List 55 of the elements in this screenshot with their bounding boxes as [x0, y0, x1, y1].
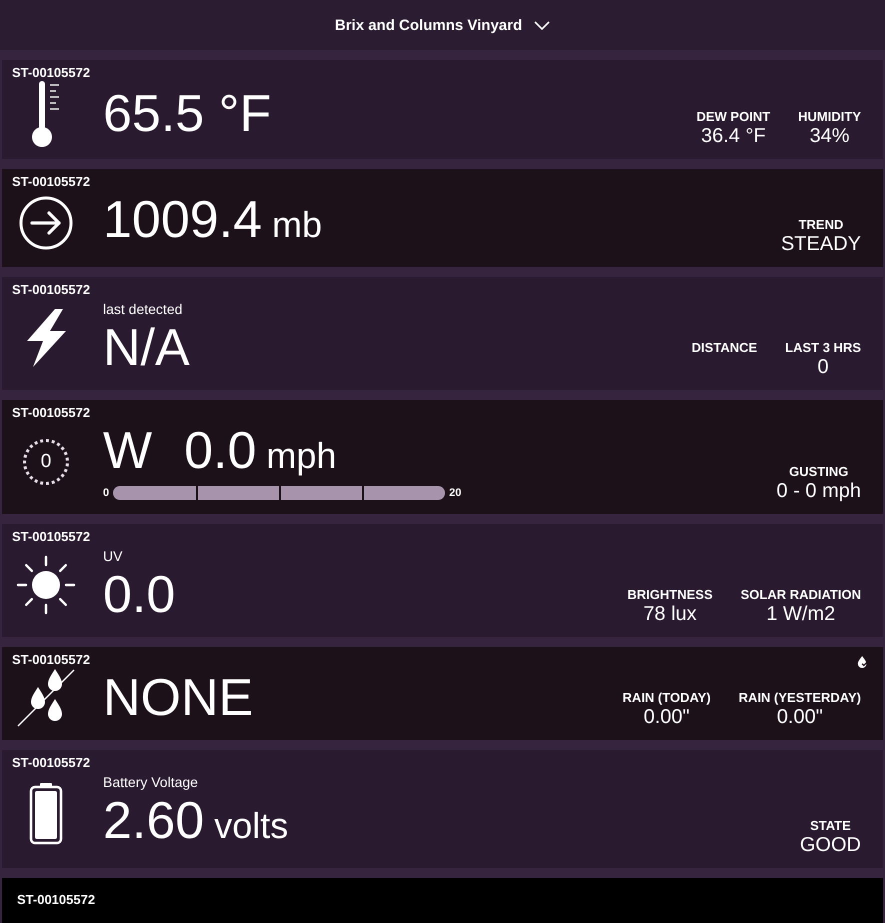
- drop-check-icon: [857, 656, 869, 668]
- site-selector[interactable]: Brix and Columns Vinyard: [328, 12, 556, 38]
- reading-unit: volts: [214, 804, 288, 848]
- stat-label: HUMIDITY: [798, 109, 861, 125]
- station-id: ST-00105572: [12, 282, 90, 298]
- stat-label: GUSTING: [789, 464, 848, 480]
- stat-value: 78 lux: [643, 603, 697, 625]
- reading-unit: mph: [266, 434, 336, 478]
- reading-value: NONE: [103, 668, 254, 728]
- lightning-bolt-icon: [25, 309, 67, 367]
- stat-label: TREND: [798, 217, 844, 233]
- station-id: ST-00105572: [17, 892, 96, 908]
- stat-label: SOLAR RADIATION: [740, 587, 861, 603]
- gauge-min-label: 0: [103, 487, 110, 499]
- station-id: ST-00105572: [12, 65, 90, 81]
- station-id: ST-00105572: [12, 174, 90, 190]
- arrow-right-circle-icon: [19, 196, 73, 250]
- stat-label: LAST 3 HRS: [785, 340, 861, 356]
- station-id: ST-00105572: [12, 755, 90, 771]
- station-id: ST-00105572: [12, 405, 90, 421]
- stat-value: 0: [818, 356, 829, 378]
- stat-label: RAIN (TODAY): [622, 690, 711, 706]
- reading-caption: last detected: [103, 300, 182, 318]
- stat-label: DISTANCE: [692, 340, 758, 356]
- reading-value: 1009.4: [103, 190, 262, 250]
- station-id: ST-00105572: [12, 529, 90, 545]
- stat-value: STEADY: [780, 233, 861, 255]
- stat-label: BRIGHTNESS: [627, 587, 713, 603]
- reading-value: N/A: [103, 318, 190, 378]
- reading-caption: Battery Voltage: [103, 773, 198, 791]
- stat-value: GOOD: [800, 834, 861, 856]
- chevron-down-icon: [534, 20, 550, 30]
- reading-unit: mb: [272, 203, 322, 247]
- reading-value: 0.0: [184, 421, 256, 481]
- stat-value: 34%: [810, 125, 850, 147]
- no-rain-drops-icon: [16, 668, 76, 728]
- reading-caption: UV: [103, 547, 122, 565]
- stat-value: 0.00": [776, 706, 823, 728]
- wind-direction: W: [103, 421, 152, 481]
- battery-icon: [29, 782, 63, 844]
- thermometer-icon: [32, 81, 60, 147]
- stat-label: STATE: [810, 818, 851, 834]
- stat-label: DEW POINT: [696, 109, 770, 125]
- reading-value: 65.5 °F: [103, 84, 272, 144]
- stat-label: RAIN (YESTERDAY): [738, 690, 861, 706]
- stat-value: 0.00": [644, 706, 690, 728]
- reading-value: 2.60: [103, 791, 204, 851]
- reading-value: 0.0: [103, 565, 176, 625]
- stat-value: 36.4 °F: [700, 125, 766, 147]
- sun-icon: [16, 555, 76, 615]
- wind-direction-dial: 0: [23, 438, 69, 484]
- stat-value: 0 - 0 mph: [776, 480, 861, 502]
- gauge-max-label: 20: [449, 487, 462, 499]
- station-id: ST-00105572: [12, 652, 90, 668]
- stat-value: 1 W/m2: [766, 603, 836, 625]
